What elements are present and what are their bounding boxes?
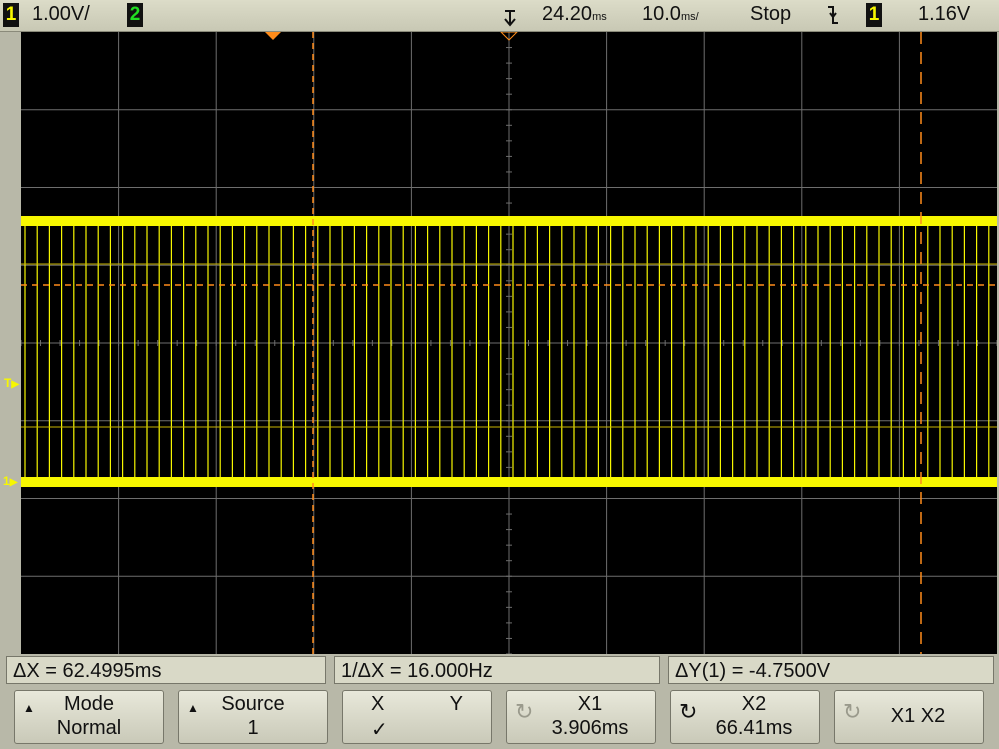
checkmark-icon: ✓: [371, 719, 388, 741]
x-option-label: X: [371, 693, 385, 715]
x1-label: X1: [577, 693, 603, 715]
y-option-label: Y: [449, 693, 463, 715]
x1-value: 3.906ms: [551, 717, 629, 739]
channel-1-ground-marker: 1▶: [3, 474, 18, 488]
trigger-level-marker: T▶: [4, 376, 20, 390]
x1x2-softkey[interactable]: ↻ X1 X2: [834, 690, 984, 744]
falling-edge-icon: [826, 3, 840, 33]
channel-1-badge[interactable]: 1: [3, 3, 19, 27]
channel-1-scale: 1.00V/: [32, 3, 90, 25]
cursor-marker-icon: [265, 32, 281, 40]
timebase-scale: 10.0ms/: [642, 3, 699, 25]
mode-softkey[interactable]: ▲ Mode Normal: [14, 690, 164, 744]
trigger-delay: 24.20ms: [542, 3, 607, 25]
delta-y-readout: ΔY(1) = -4.7500V: [668, 656, 994, 684]
channel-2-badge[interactable]: 2: [127, 3, 143, 27]
x1-softkey[interactable]: ↻ X1 3.906ms: [506, 690, 656, 744]
channel-1-trace: [21, 220, 990, 483]
run-state: Stop: [750, 3, 792, 25]
x2-label: X2: [741, 693, 767, 715]
source-label: Source: [221, 693, 285, 715]
waveform-svg: [21, 32, 997, 654]
xy-softkey[interactable]: X Y ✓: [342, 690, 492, 744]
inverse-delta-x-readout: 1/ΔX = 16.000Hz: [334, 656, 660, 684]
mode-value: Normal: [56, 717, 122, 739]
source-value: 1: [247, 717, 259, 739]
trigger-source-badge[interactable]: 1: [866, 3, 882, 27]
status-bar: 1 1.00V/ 2 24.20ms 10.0ms/ Stop 1 1.16V: [0, 0, 999, 32]
x2-value: 66.41ms: [715, 717, 793, 739]
waveform-display[interactable]: [21, 32, 997, 654]
x1x2-label: X1 X2: [890, 705, 946, 727]
trigger-level: 1.16V: [918, 3, 971, 25]
mode-label: Mode: [63, 693, 115, 715]
trigger-position-icon: [503, 3, 521, 33]
delta-x-readout: ΔX = 62.4995ms: [6, 656, 326, 684]
source-softkey[interactable]: ▲ Source 1: [178, 690, 328, 744]
x2-softkey[interactable]: ↻ X2 66.41ms: [670, 690, 820, 744]
